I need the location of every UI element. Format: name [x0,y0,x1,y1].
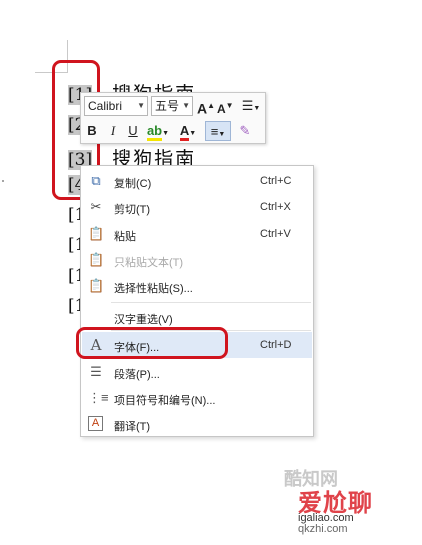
menu-item-label: 段落(P)... [114,369,160,381]
bullet-list-icon: ⋮≡ [88,390,109,405]
menu-item-translate[interactable]: A 翻译(T) [82,411,312,437]
underline-label: U [128,123,138,138]
font-color-label: A [179,123,190,141]
scissors-icon: ✂ [90,199,102,214]
menu-item-paste-special[interactable]: 📋 选择性粘贴(S)... [82,273,312,299]
chevron-down-icon: ▼ [162,130,170,137]
shrink-font-button[interactable]: A▼ [217,96,234,116]
menu-item-shortcut: Ctrl+D [260,339,292,351]
menu-item-label: 粘贴 [114,231,136,243]
paragraph-icon: ☰ [90,364,102,379]
font-color-button[interactable]: A▼ [175,121,201,141]
chevron-down-icon: ▼ [182,101,190,110]
chevron-down-icon: ▼ [189,130,197,137]
highlighter-icon: ab [146,123,163,141]
font-size-combo[interactable]: 五号 ▼ [151,96,193,116]
align-button[interactable]: ≡▼ [205,121,231,141]
context-menu: ⧉ 复制(C) Ctrl+C ✂ 剪切(T) Ctrl+X 📋 粘贴 Ctrl+… [80,165,314,437]
menu-item-copy[interactable]: ⧉ 复制(C) Ctrl+C [82,168,312,194]
paste-text-icon: 📋 [88,252,105,267]
format-painter-icon: ✎ [239,123,251,138]
bold-button[interactable]: B [84,121,100,141]
menu-separator [111,302,311,303]
shrink-font-label: A [217,102,226,116]
chevron-down-icon: ▼ [253,105,261,112]
menu-item-cut[interactable]: ✂ 剪切(T) Ctrl+X [82,194,312,220]
menu-item-paragraph[interactable]: ☰ 段落(P)... [82,359,312,385]
menu-item-label: 项目符号和编号(N)... [114,395,216,407]
menu-item-paste[interactable]: 📋 粘贴 Ctrl+V [82,221,312,247]
paste-special-icon: 📋 [88,278,105,293]
copy-icon: ⧉ [91,173,101,188]
bold-label: B [87,123,97,138]
line-spacing-icon: ☰ [241,98,254,113]
paste-icon: 📋 [88,226,105,241]
grow-font-button[interactable]: A▲ [197,96,215,117]
menu-item-label: 翻译(T) [114,421,151,433]
menu-item-shortcut: Ctrl+V [260,228,291,240]
menu-item-label: 只粘贴文本(T) [114,257,184,269]
page-dot [2,180,4,182]
italic-label: I [110,123,116,138]
menu-item-shortcut: Ctrl+C [260,175,292,187]
grow-font-label: A [197,100,208,117]
highlight-button[interactable]: ab▼ [145,121,171,141]
chevron-down-icon: ▼ [218,131,226,138]
menu-item-label: 选择性粘贴(S)... [114,283,193,295]
menu-item-bullets-numbering[interactable]: ⋮≡ 项目符号和编号(N)... [82,385,312,411]
menu-item-label: 复制(C) [114,178,152,190]
font-name-combo[interactable]: Calibri ▼ [84,96,148,116]
chevron-down-icon: ▼ [137,101,145,110]
menu-item-paste-text-only[interactable]: 📋 只粘贴文本(T) [82,247,312,273]
annotation-box-font [76,327,228,359]
menu-item-shortcut: Ctrl+X [260,201,291,213]
menu-item-label: 剪切(T) [114,204,151,216]
italic-button[interactable]: I [105,121,121,141]
mini-toolbar: Calibri ▼ 五号 ▼ A▲ A▼ ☰▼ B I U ab▼ A▼ ≡▼ … [80,92,266,144]
menu-item-label: 汉字重选(V) [114,314,173,326]
format-painter-button[interactable]: ✎ [235,121,255,141]
translate-icon: A [88,416,103,431]
watermark: 酷知网 爱尬聊 igaliao.com qkzhi.com [262,465,418,537]
font-size-value: 五号 [155,99,180,113]
underline-button[interactable]: U [125,121,141,141]
line-spacing-button[interactable]: ☰▼ [239,96,263,116]
font-name-value: Calibri [88,99,123,113]
watermark-url-secondary: qkzhi.com [298,523,348,535]
